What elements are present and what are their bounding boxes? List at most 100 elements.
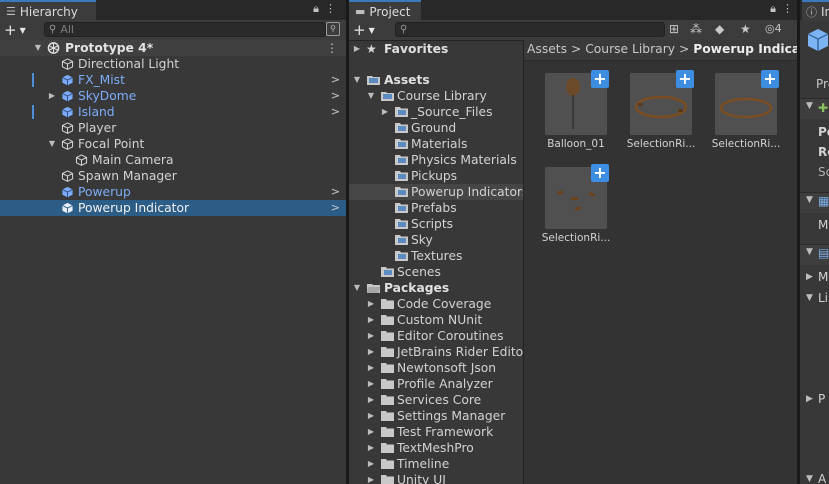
add-to-scene-icon[interactable]: +: [591, 70, 609, 88]
tab-hierarchy[interactable]: ☰ Hierarchy: [0, 0, 96, 21]
package-item[interactable]: ▶ Custom NUnit: [349, 312, 523, 328]
tab-inspector[interactable]: ⓘ In: [802, 0, 829, 21]
expand-arrow-icon[interactable]: ▶: [366, 472, 376, 484]
package-item[interactable]: ▶ Timeline: [349, 456, 523, 472]
folder-item[interactable]: Scripts: [349, 216, 523, 232]
asset-thumbnail[interactable]: +: [630, 70, 694, 135]
hidden-packages-icon[interactable]: ◎4: [765, 22, 782, 35]
add-to-scene-icon[interactable]: +: [591, 164, 609, 182]
assets-row[interactable]: ▼ Assets: [349, 72, 523, 88]
folder-item[interactable]: ▶ _Source_Files: [349, 104, 523, 120]
collapse-arrow-icon[interactable]: ▼: [352, 280, 362, 296]
add-to-scene-icon[interactable]: +: [761, 70, 779, 88]
package-item[interactable]: ▶ Unity UI: [349, 472, 523, 484]
expand-arrow-icon[interactable]: ▶: [366, 424, 376, 440]
mesh-filter-header[interactable]: ▼ ▦: [800, 192, 829, 213]
folder-item[interactable]: Textures: [349, 248, 523, 264]
breadcrumb-powerup-indicators[interactable]: Powerup Indicators: [693, 42, 797, 56]
expand-arrow-icon[interactable]: ▶: [366, 440, 376, 456]
folder-item[interactable]: Ground: [349, 120, 523, 136]
package-item[interactable]: ▶ Editor Coroutines: [349, 328, 523, 344]
expand-arrow-icon[interactable]: ▶: [47, 88, 57, 104]
packages-row[interactable]: ▼ Packages: [349, 280, 523, 296]
label-icon[interactable]: ◆: [715, 22, 724, 36]
folder-item[interactable]: Materials: [349, 136, 523, 152]
expand-arrow-icon[interactable]: ▶: [366, 296, 376, 312]
folder-item[interactable]: Prefabs: [349, 200, 523, 216]
expand-arrow-icon[interactable]: ▶: [366, 328, 376, 344]
panel-divider[interactable]: [797, 0, 798, 484]
expand-arrow-icon[interactable]: ▶: [366, 408, 376, 424]
expand-arrow-icon[interactable]: ▶: [366, 376, 376, 392]
breadcrumb-course-library[interactable]: Course Library: [585, 42, 675, 56]
chevron-right-icon[interactable]: >: [331, 104, 340, 120]
course-library-row[interactable]: ▼ Course Library: [349, 88, 523, 104]
collapse-arrow-icon[interactable]: ▼: [806, 101, 813, 111]
folder-item[interactable]: Physics Materials: [349, 152, 523, 168]
package-item[interactable]: ▶ Test Framework: [349, 424, 523, 440]
folder-item[interactable]: Pickups: [349, 168, 523, 184]
hierarchy-item[interactable]: Directional Light: [0, 56, 346, 72]
kebab-menu-icon[interactable]: ⋮: [325, 2, 336, 16]
chevron-right-icon[interactable]: >: [331, 184, 340, 200]
add-to-scene-icon[interactable]: +: [676, 70, 694, 88]
breadcrumb-assets[interactable]: Assets: [527, 42, 567, 56]
expand-arrow-icon[interactable]: ▶: [366, 312, 376, 328]
asset-thumbnail[interactable]: +: [545, 70, 609, 135]
collapse-arrow-icon[interactable]: ▼: [352, 72, 362, 88]
hierarchy-item[interactable]: Main Camera: [0, 152, 346, 168]
hierarchy-item[interactable]: ▼ Focal Point: [0, 136, 346, 152]
filter-icon[interactable]: ⁂: [690, 22, 702, 36]
search-by-type-icon[interactable]: ⊞: [669, 22, 679, 36]
package-item[interactable]: ▶ Settings Manager: [349, 408, 523, 424]
tab-project[interactable]: ▬ Project: [349, 0, 421, 21]
collapse-arrow-icon[interactable]: ▼: [33, 40, 43, 56]
hierarchy-item-selected[interactable]: Powerup Indicator >: [0, 200, 346, 216]
add-object-button[interactable]: + ▼: [4, 21, 26, 39]
collapse-arrow-icon[interactable]: ▼: [806, 474, 813, 484]
chevron-right-icon[interactable]: >: [331, 72, 340, 88]
hierarchy-search-input[interactable]: ⚲ All: [44, 22, 326, 37]
hierarchy-item[interactable]: ▶ SkyDome >: [0, 88, 346, 104]
expand-arrow-icon[interactable]: ▶: [352, 41, 362, 57]
hierarchy-item[interactable]: Player: [0, 120, 346, 136]
collapse-arrow-icon[interactable]: ▼: [366, 88, 376, 104]
package-item[interactable]: ▶ Services Core: [349, 392, 523, 408]
expand-arrow-icon[interactable]: ▶: [806, 272, 813, 282]
package-item[interactable]: ▶ JetBrains Rider Editor: [349, 344, 528, 360]
expand-arrow-icon[interactable]: ▶: [366, 360, 376, 376]
mesh-renderer-header[interactable]: ▼ ▤: [800, 244, 829, 265]
expand-arrow-icon[interactable]: ▶: [806, 394, 813, 404]
collapse-arrow-icon[interactable]: ▼: [806, 195, 813, 205]
chevron-right-icon[interactable]: >: [331, 88, 340, 104]
collapse-arrow-icon[interactable]: ▼: [806, 293, 813, 303]
lock-icon[interactable]: 🔒︎: [770, 2, 776, 16]
project-search-input[interactable]: ⚲: [395, 22, 665, 37]
folder-item[interactable]: Sky: [349, 232, 523, 248]
package-item[interactable]: ▶ Newtonsoft Json: [349, 360, 523, 376]
favorite-star-icon[interactable]: ★: [740, 22, 751, 36]
kebab-menu-icon[interactable]: ⋮: [782, 2, 793, 16]
hierarchy-item[interactable]: Spawn Manager: [0, 168, 346, 184]
expand-arrow-icon[interactable]: ▶: [366, 456, 376, 472]
asset-thumbnail[interactable]: +: [715, 70, 779, 135]
expand-arrow-icon[interactable]: ▶: [366, 344, 376, 360]
scene-menu-icon[interactable]: ⋮: [326, 40, 338, 56]
package-item[interactable]: ▶ Code Coverage: [349, 296, 523, 312]
scene-visibility-icon[interactable]: ⚲: [326, 22, 340, 36]
panel-divider[interactable]: [346, 0, 347, 484]
lock-icon[interactable]: 🔒︎: [313, 2, 319, 16]
hierarchy-item[interactable]: FX_Mist >: [0, 72, 346, 88]
expand-arrow-icon[interactable]: ▶: [366, 392, 376, 408]
scenes-row[interactable]: Scenes: [349, 264, 523, 280]
collapse-arrow-icon[interactable]: ▼: [47, 136, 57, 152]
hierarchy-item[interactable]: Powerup >: [0, 184, 346, 200]
folder-item-selected[interactable]: Powerup Indicators: [349, 184, 528, 200]
package-item[interactable]: ▶ TextMeshPro: [349, 440, 523, 456]
expand-arrow-icon[interactable]: ▶: [380, 104, 390, 120]
transform-header[interactable]: ▼ ✚: [800, 98, 829, 119]
favorites-row[interactable]: ▶ ★ Favorites: [349, 41, 523, 57]
package-item[interactable]: ▶ Profile Analyzer: [349, 376, 523, 392]
hierarchy-item[interactable]: Island >: [0, 104, 346, 120]
chevron-right-icon[interactable]: >: [331, 200, 340, 216]
